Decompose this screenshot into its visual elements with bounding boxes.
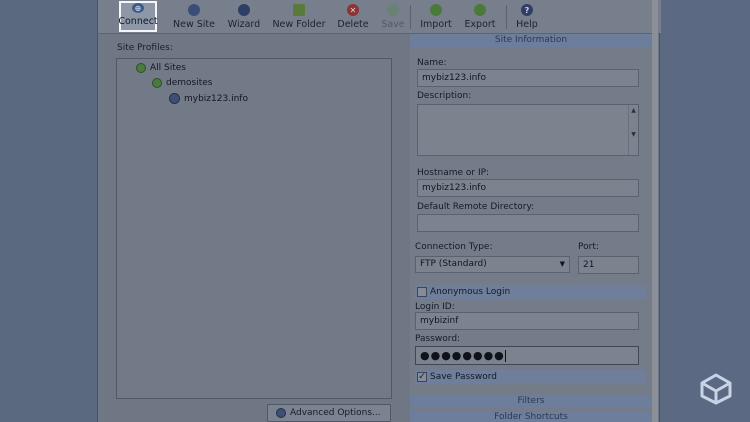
remote-directory-field[interactable] bbox=[417, 214, 639, 232]
toolbar-separator bbox=[410, 5, 411, 29]
window-scrollbar[interactable] bbox=[652, 0, 658, 422]
globe-icon bbox=[276, 408, 286, 418]
help-button[interactable]: ? Help bbox=[513, 0, 541, 33]
anonymous-login-row[interactable]: Anonymous Login bbox=[415, 285, 645, 299]
tree-node-all-sites[interactable]: All Sites bbox=[136, 63, 186, 73]
connect-icon: ⊕ bbox=[132, 3, 144, 13]
connection-type-label: Connection Type: bbox=[415, 242, 493, 252]
name-label: Name: bbox=[417, 58, 447, 68]
wizard-button[interactable]: Wizard bbox=[227, 0, 261, 33]
login-id-field[interactable]: mybizinf bbox=[415, 312, 639, 330]
globe-icon bbox=[169, 93, 180, 104]
folder-shortcuts-header[interactable]: Folder Shortcuts bbox=[410, 411, 652, 422]
site-information-panel: Site Information Name: mybiz123.info Des… bbox=[410, 34, 652, 422]
desktop-left bbox=[0, 0, 97, 422]
advanced-options-button[interactable]: Advanced Options... bbox=[267, 404, 391, 422]
site-profiles-tree[interactable]: All Sites demosites mybiz123.info bbox=[116, 58, 392, 399]
save-button[interactable]: Save bbox=[378, 0, 408, 33]
import-icon bbox=[430, 4, 442, 16]
new-site-icon bbox=[188, 4, 200, 16]
save-icon bbox=[387, 4, 399, 16]
new-folder-icon bbox=[293, 4, 305, 16]
anonymous-login-checkbox[interactable] bbox=[417, 287, 427, 297]
connect-button[interactable]: ⊕ Connect bbox=[118, 1, 158, 32]
toolbar: ⊕ Connect New Site Wizard New Folder ✕ D… bbox=[98, 0, 661, 34]
port-label: Port: bbox=[578, 242, 599, 252]
site-information-header[interactable]: Site Information bbox=[410, 34, 652, 47]
chevron-down-icon: ▼ bbox=[559, 260, 565, 268]
export-button[interactable]: Export bbox=[464, 0, 496, 33]
save-password-row[interactable]: ✓ Save Password bbox=[415, 370, 645, 384]
tree-node-mybiz123[interactable]: mybiz123.info bbox=[169, 93, 248, 104]
filters-header[interactable]: Filters bbox=[410, 395, 652, 408]
text-caret bbox=[504, 350, 506, 362]
export-icon bbox=[474, 4, 486, 16]
folder-icon bbox=[136, 63, 146, 73]
logo-icon bbox=[700, 373, 732, 405]
delete-button[interactable]: ✕ Delete bbox=[336, 0, 370, 33]
save-password-checkbox[interactable]: ✓ bbox=[417, 372, 427, 382]
new-folder-button[interactable]: New Folder bbox=[272, 0, 326, 33]
new-site-button[interactable]: New Site bbox=[173, 0, 215, 33]
description-scrollbar[interactable]: ▲ ▼ bbox=[628, 105, 638, 155]
hostname-label: Hostname or IP: bbox=[417, 168, 490, 178]
toolbar-separator bbox=[506, 5, 507, 29]
description-field[interactable]: ▲ ▼ bbox=[417, 104, 639, 156]
name-field[interactable]: mybiz123.info bbox=[417, 69, 639, 87]
password-field[interactable]: ●●●●●●●● bbox=[415, 346, 639, 365]
delete-icon: ✕ bbox=[347, 4, 359, 16]
remote-directory-label: Default Remote Directory: bbox=[417, 202, 535, 212]
password-label: Password: bbox=[415, 334, 461, 344]
site-profiles-label: Site Profiles: bbox=[117, 43, 173, 53]
tree-node-demosites[interactable]: demosites bbox=[152, 78, 212, 88]
import-button[interactable]: Import bbox=[420, 0, 452, 33]
folder-icon bbox=[152, 78, 162, 88]
help-icon: ? bbox=[521, 4, 533, 16]
wizard-icon bbox=[238, 4, 250, 16]
description-label: Description: bbox=[417, 91, 472, 101]
port-field[interactable]: 21 bbox=[578, 256, 639, 274]
desktop-right bbox=[660, 0, 750, 422]
connection-type-select[interactable]: FTP (Standard) ▼ bbox=[415, 256, 570, 273]
hostname-field[interactable]: mybiz123.info bbox=[417, 179, 639, 197]
site-manager-window: ⊕ Connect New Site Wizard New Folder ✕ D… bbox=[97, 0, 661, 422]
login-id-label: Login ID: bbox=[415, 302, 455, 312]
